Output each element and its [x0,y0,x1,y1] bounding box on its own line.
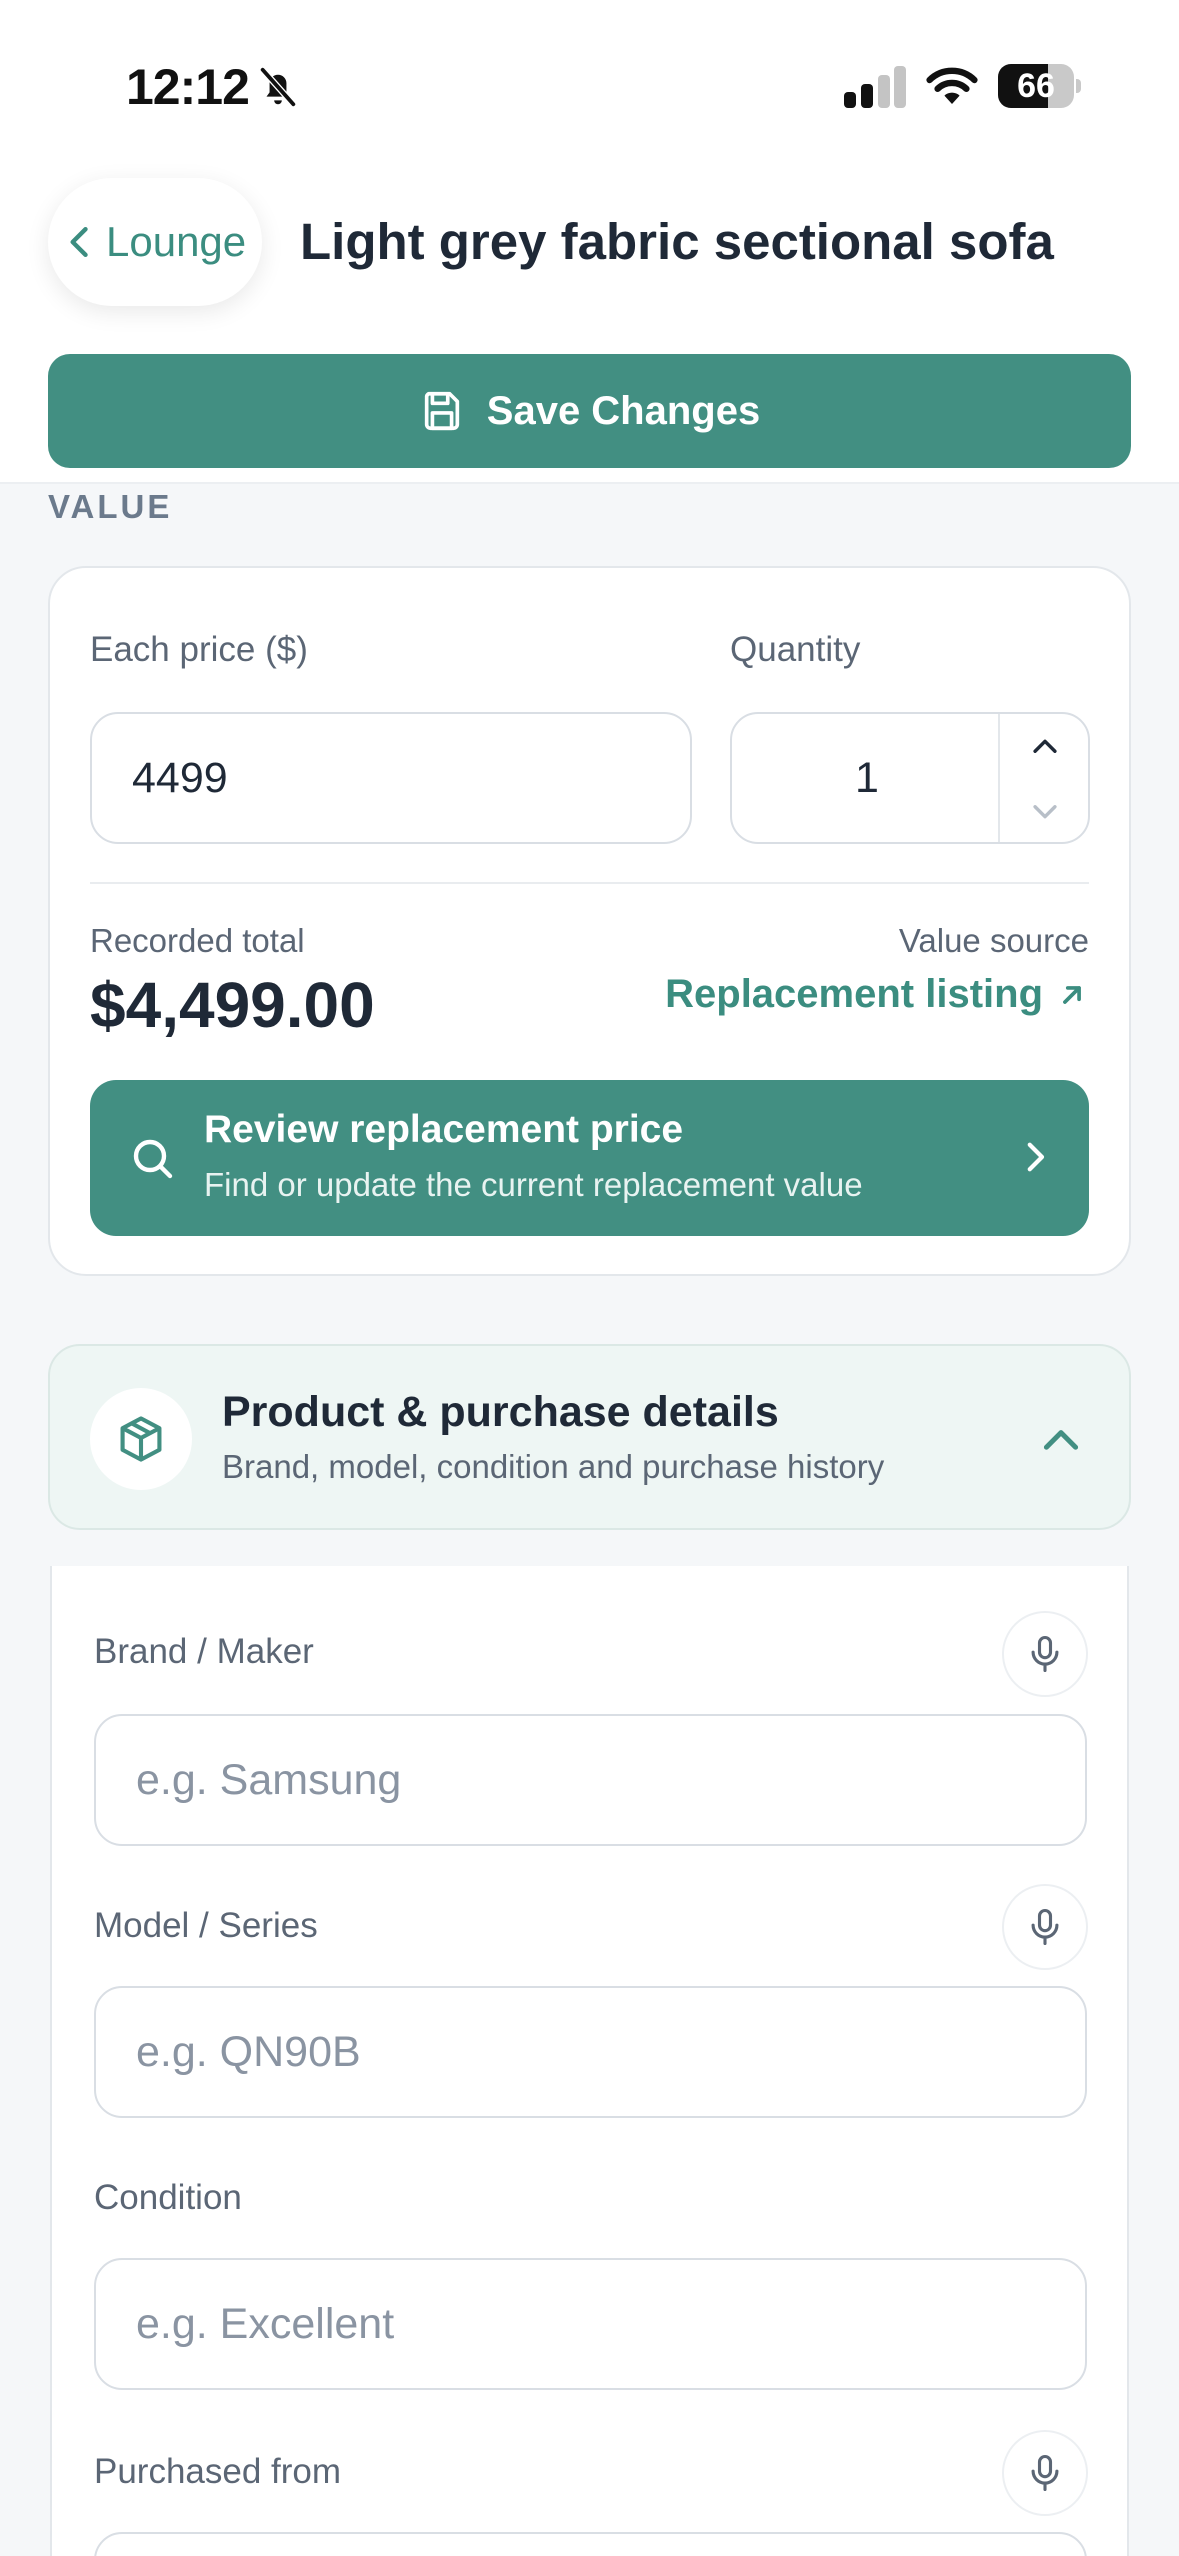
value-section-label: VALUE [48,488,173,525]
back-label: Lounge [106,218,247,265]
value-source-label: Value source [898,922,1089,959]
purchased-from-label: Purchased from [94,2452,342,2491]
price-input[interactable]: 4499 [90,712,692,844]
page-title: Light grey fabric sectional sofa [300,213,1054,270]
header: 12:12 66 Lounge Light grey fabric sectio… [0,0,1179,484]
back-button[interactable]: Lounge [48,178,262,306]
battery-level: 66 [1017,67,1055,105]
chevron-left-icon [70,226,88,258]
product-details-toggle[interactable]: Product & purchase details Brand, model,… [48,1344,1131,1530]
replacement-listing-link[interactable]: Replacement listing [665,972,1089,1017]
microphone-icon [1031,1635,1059,1673]
review-replacement-price-button[interactable]: Review replacement price Find or update … [90,1080,1089,1236]
brand-input[interactable]: e.g. Samsung [94,1714,1087,1846]
microphone-icon [1031,2454,1059,2492]
replacement-listing-label: Replacement listing [665,972,1043,1016]
chevron-right-icon [1027,1142,1045,1172]
value-card: Each price ($) 4499 Quantity 1 Recorded … [48,566,1131,1276]
review-title: Review replacement price [204,1108,684,1151]
chevron-down-icon[interactable] [1028,794,1062,828]
chevron-up-icon [1043,1430,1079,1450]
purchased-from-input[interactable] [94,2532,1087,2556]
search-icon [133,1139,173,1179]
condition-label: Condition [94,2178,242,2217]
status-time: 12:12 [126,59,250,115]
package-icon [120,1416,162,1462]
price-label: Each price ($) [90,630,308,669]
model-placeholder: e.g. QN90B [136,2027,361,2076]
stepper-arrows [998,714,1088,842]
model-input[interactable]: e.g. QN90B [94,1986,1087,2118]
quantity-stepper[interactable]: 1 [730,712,1090,844]
recorded-total-label: Recorded total [90,922,305,959]
save-button-label: Save Changes [486,388,761,433]
signal-icon [844,66,906,108]
model-label: Model / Series [94,1906,318,1945]
save-changes-button[interactable]: Save Changes [48,354,1131,468]
condition-input[interactable]: e.g. Excellent [94,2258,1087,2390]
purchased-from-dictate-button[interactable] [1002,2430,1088,2516]
price-value: 4499 [132,753,228,802]
package-icon-badge [90,1388,192,1490]
details-panel: Brand / Maker e.g. Samsung Model / Serie… [50,1566,1129,2556]
quantity-label: Quantity [730,630,861,669]
wifi-icon [926,67,978,104]
details-title: Product & purchase details [222,1388,779,1436]
details-subtitle: Brand, model, condition and purchase his… [222,1448,885,1485]
value-divider [90,882,1089,884]
chevron-up-icon[interactable] [1028,730,1062,764]
battery-icon: 66 [998,64,1081,108]
review-subtitle: Find or update the current replacement v… [204,1166,863,1203]
condition-placeholder: e.g. Excellent [136,2299,395,2348]
model-dictate-button[interactable] [1002,1884,1088,1970]
microphone-icon [1031,1908,1059,1946]
brand-label: Brand / Maker [94,1632,314,1671]
floppy-disk-icon [424,391,459,431]
brand-placeholder: e.g. Samsung [136,1755,402,1804]
bell-slash-icon [259,66,297,108]
brand-dictate-button[interactable] [1002,1611,1088,1697]
arrow-up-right-icon [1063,985,1081,1004]
quantity-value: 1 [855,753,879,802]
recorded-total-value: $4,499.00 [90,969,375,1041]
